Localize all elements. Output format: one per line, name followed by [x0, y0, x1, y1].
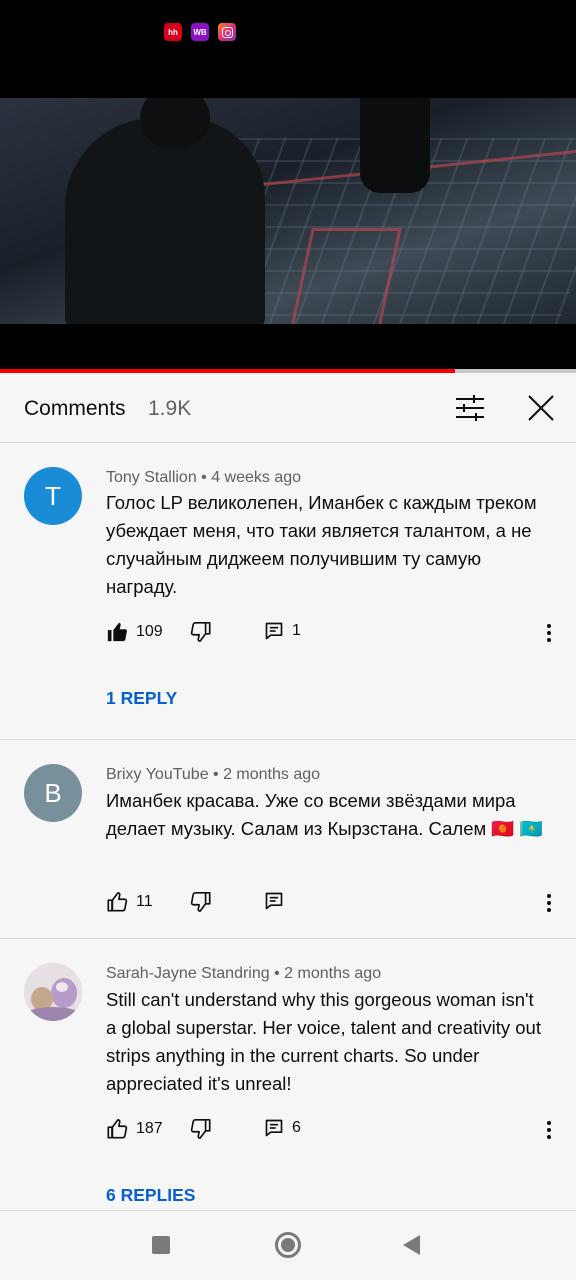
kazakhstan-flag-emoji: 🇰🇿	[519, 818, 543, 839]
comment-item: T Tony Stallion • 4 weeks ago Голос LP в…	[0, 443, 576, 739]
system-navigation-bar	[0, 1210, 576, 1280]
reply-button[interactable]: 6	[264, 1118, 301, 1138]
comment-more-button[interactable]	[543, 891, 555, 915]
comment-meta: Tony Stallion • 4 weeks ago	[106, 469, 302, 486]
more-vert-icon	[547, 1121, 551, 1139]
comment-icon	[265, 622, 283, 640]
like-count: 109	[136, 623, 163, 640]
comment-icon	[265, 892, 283, 910]
avatar-photo	[24, 963, 82, 1021]
kyrgyzstan-flag-emoji: 🇰🇬	[491, 818, 515, 839]
video-player[interactable]	[0, 98, 576, 324]
reply-count: 6	[292, 1119, 301, 1136]
comments-count: 1.9K	[148, 397, 192, 420]
comments-header: Comments 1.9K	[0, 373, 576, 443]
home-button[interactable]	[275, 1232, 301, 1258]
comment-more-button[interactable]	[543, 1118, 555, 1142]
avatar-letter: T	[45, 480, 61, 511]
avatar[interactable]: B	[24, 764, 82, 822]
video-frame-head	[140, 98, 210, 148]
view-replies-link[interactable]: 1 REPLY	[106, 688, 177, 709]
reply-button[interactable]: 1	[264, 621, 301, 641]
like-button[interactable]: 109	[106, 621, 163, 643]
back-button[interactable]	[403, 1235, 420, 1255]
thumbs-down-icon	[190, 1119, 211, 1139]
wb-app-icon: WB	[191, 23, 209, 41]
more-vert-icon	[547, 624, 551, 642]
more-vert-icon	[547, 894, 551, 912]
tune-icon	[456, 395, 484, 421]
sort-filter-button[interactable]	[452, 393, 488, 423]
thumbs-down-icon	[190, 892, 211, 912]
comment-text-block: Иманбек красава. Уже со всеми звёздами м…	[106, 787, 546, 843]
avatar[interactable]	[24, 963, 82, 1021]
video-frame-figure	[65, 118, 265, 324]
comment-actions: 109 1	[106, 621, 566, 645]
hh-app-icon: hh	[164, 23, 182, 41]
notification-icons: hh WB	[164, 23, 236, 41]
comment-icon	[265, 1119, 283, 1137]
instagram-icon	[218, 23, 236, 41]
comment-more-button[interactable]	[543, 621, 555, 645]
dislike-button[interactable]	[190, 621, 212, 643]
thumbs-up-icon	[107, 1119, 128, 1139]
comment-text: Голос LP великолепен, Иманбек с каждым т…	[106, 492, 537, 597]
comment-item: Sarah-Jayne Standring • 2 months ago Sti…	[0, 939, 576, 1209]
recents-button[interactable]	[152, 1236, 170, 1254]
avatar-letter: B	[44, 777, 62, 808]
thumbs-up-filled-icon	[107, 622, 127, 642]
video-frame-legs	[360, 98, 430, 193]
avatar[interactable]: T	[24, 467, 82, 525]
like-count: 11	[136, 893, 153, 910]
dislike-button[interactable]	[190, 1118, 212, 1140]
thumbs-up-icon	[107, 892, 128, 912]
like-count: 187	[136, 1120, 163, 1137]
comments-title: Comments	[24, 397, 126, 420]
close-comments-button[interactable]	[524, 393, 558, 423]
thumbs-down-icon	[190, 622, 211, 642]
comment-meta: Sarah-Jayne Standring • 2 months ago	[106, 965, 382, 982]
like-button[interactable]: 11	[106, 891, 153, 913]
dislike-button[interactable]	[190, 891, 212, 913]
like-button[interactable]: 187	[106, 1118, 163, 1140]
comment-actions: 187 6	[106, 1118, 566, 1142]
comment-meta: Brixy YouTube • 2 months ago	[106, 766, 321, 783]
video-letterbox	[0, 324, 576, 370]
comment-text: Still can't understand why this gorgeous…	[106, 989, 541, 1094]
reply-count: 1	[292, 622, 301, 639]
comment-actions: 11	[106, 891, 566, 915]
reply-button[interactable]	[264, 891, 284, 911]
status-bar: hh WB	[0, 0, 576, 98]
comment-text: Иманбек красава. Уже со всеми звёздами м…	[106, 790, 516, 839]
view-replies-link[interactable]: 6 REPLIES	[106, 1185, 195, 1206]
close-icon	[528, 395, 554, 421]
comment-item: B Brixy YouTube • 2 months ago Иманбек к…	[0, 740, 576, 938]
